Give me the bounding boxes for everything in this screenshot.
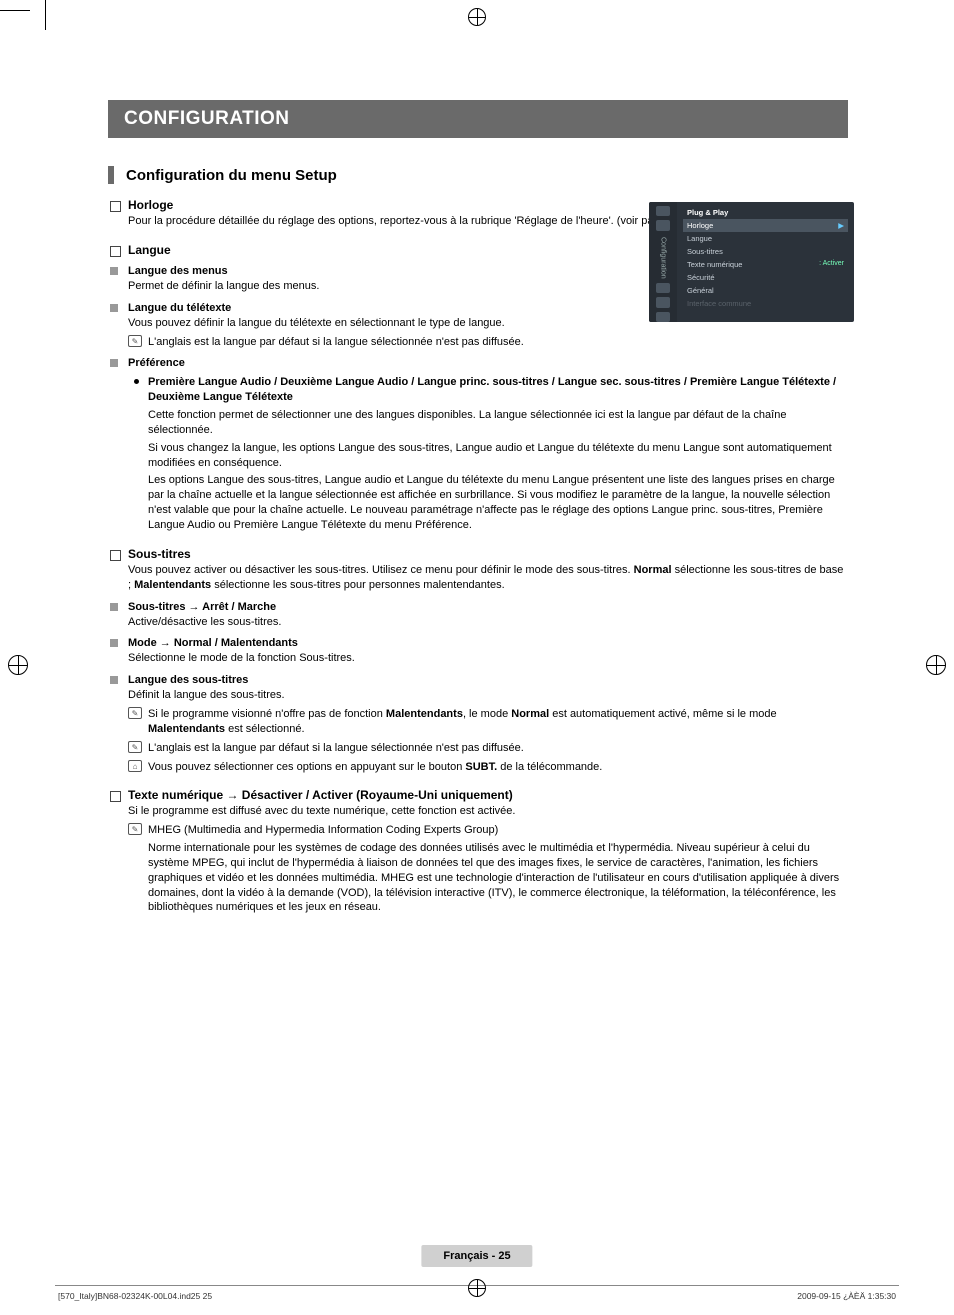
- item-body: Permet de définir la langue des menus.: [128, 279, 848, 294]
- text: est sélectionné.: [225, 723, 305, 735]
- text-bold: Normal: [511, 708, 549, 720]
- page-footer-center: Français - 25: [421, 1245, 532, 1267]
- registration-mark-icon: [926, 655, 946, 675]
- section-title: Configuration du menu Setup: [126, 167, 337, 184]
- osd-item-selected: Horloge ▶: [683, 219, 848, 232]
- body: Configuration Plug & Play Horloge ▶ Lang…: [108, 198, 848, 915]
- subsection-soustitres: Sous-titres Vous pouvez activer ou désac…: [108, 547, 848, 593]
- note-icon: ✎: [128, 335, 142, 347]
- item-langue-menus: Langue des menus Permet de définir la la…: [128, 265, 848, 294]
- subsection-heading: Texte numérique → Désactiver / Activer (…: [128, 788, 848, 802]
- item-heading: Préférence: [128, 357, 848, 369]
- subsection-texte-numerique: Texte numérique → Désactiver / Activer (…: [108, 788, 848, 915]
- item-soustitres-langue: Langue des sous-titres Définit la langue…: [128, 674, 848, 774]
- text: Vous pouvez sélectionner ces options en …: [148, 761, 465, 773]
- item-heading: Langue des menus: [128, 265, 848, 277]
- text-bold: Malentendants: [148, 723, 225, 735]
- note-heading: MHEG (Multimedia and Hypermedia Informat…: [148, 824, 498, 836]
- note: ✎ Si le programme visionné n'offre pas d…: [128, 707, 848, 737]
- text: de la télécommande.: [497, 761, 602, 773]
- note-icon: ✎: [128, 741, 142, 753]
- paragraph: Les options Langue des sous-titres, Lang…: [148, 473, 848, 532]
- subsection-heading: Langue: [128, 243, 848, 257]
- subsection-heading: Sous-titres: [128, 547, 848, 561]
- note: ✎ MHEG (Multimedia and Hypermedia Inform…: [128, 823, 848, 915]
- registration-mark-icon: [468, 8, 486, 26]
- heading-bar-icon: [108, 166, 114, 184]
- item-heading: Langue des sous-titres: [128, 674, 848, 686]
- note: ⌂ Vous pouvez sélectionner ces options e…: [128, 760, 848, 775]
- item-soustitres-onoff: Sous-titres → Arrêt / Marche Active/désa…: [128, 601, 848, 630]
- osd-item-label: Horloge: [687, 221, 713, 230]
- item-heading: Mode → Normal / Malentendants: [128, 637, 848, 649]
- page-footer-left: [570_Italy]BN68-02324K-00L04.ind25 25: [58, 1291, 212, 1301]
- text: est automatiquement activé, même si le m…: [549, 708, 776, 720]
- item-body: Active/désactive les sous-titres.: [128, 615, 848, 630]
- note-block: ✎ MHEG (Multimedia and Hypermedia Inform…: [128, 823, 848, 915]
- subsection-body: Vous pouvez activer ou désactiver les so…: [128, 563, 848, 593]
- note-text: Si le programme visionné n'offre pas de …: [148, 708, 777, 735]
- osd-icon: [656, 220, 670, 230]
- text-bold: Malentendants: [134, 579, 211, 591]
- page-sheet: CONFIGURATION Configuration du menu Setu…: [0, 0, 954, 1315]
- text: sélectionne les sous-titres pour personn…: [211, 579, 505, 591]
- subsection-langue: Langue: [108, 243, 848, 257]
- remote-icon: ⌂: [128, 760, 142, 772]
- text-bold: Malentendants: [386, 708, 463, 720]
- page-content: CONFIGURATION Configuration du menu Setu…: [108, 100, 848, 915]
- section-heading: Configuration du menu Setup: [108, 166, 848, 184]
- text: Si le programme visionné n'offre pas de …: [148, 708, 386, 720]
- note: ✎ L'anglais est la langue par défaut si …: [128, 335, 848, 350]
- bullet-heading: Première Langue Audio / Deuxième Langue …: [148, 375, 848, 405]
- paragraph: Cette fonction permet de sélectionner un…: [148, 408, 848, 438]
- item-body: Sélectionne le mode de la fonction Sous-…: [128, 651, 848, 666]
- crop-mark: [45, 0, 46, 30]
- item-langue-teletexte: Langue du télétexte Vous pouvez définir …: [128, 302, 848, 350]
- note-text: Vous pouvez sélectionner ces options en …: [148, 761, 602, 773]
- registration-mark-icon: [8, 655, 28, 675]
- subsection-body: Si le programme est diffusé avec du text…: [128, 804, 848, 819]
- registration-mark-icon: [468, 1279, 486, 1297]
- bullet-preference: Première Langue Audio / Deuxième Langue …: [148, 375, 848, 532]
- item-soustitres-mode: Mode → Normal / Malentendants Sélectionn…: [128, 637, 848, 666]
- note-body: Norme internationale pour les systèmes d…: [148, 841, 848, 915]
- note-icon: ✎: [128, 707, 142, 719]
- item-heading: Sous-titres → Arrêt / Marche: [128, 601, 848, 613]
- text: , le mode: [463, 708, 511, 720]
- note-icon: ✎: [128, 823, 142, 835]
- text-bold: SUBT.: [465, 761, 497, 773]
- item-body: Vous pouvez définir la langue du télétex…: [128, 316, 848, 331]
- chevron-right-icon: ▶: [838, 221, 844, 230]
- paragraph: Si vous changez la langue, les options L…: [148, 441, 848, 471]
- item-body: Définit la langue des sous-titres.: [128, 688, 848, 703]
- item-preference: Préférence: [128, 357, 848, 369]
- crop-mark: [0, 10, 30, 11]
- subsection-heading: Horloge: [128, 198, 848, 212]
- item-heading: Langue du télétexte: [128, 302, 848, 314]
- text-bold: Normal: [634, 564, 672, 576]
- chapter-title: CONFIGURATION: [108, 100, 848, 138]
- note-text: L'anglais est la langue par défaut si la…: [148, 336, 524, 348]
- page-footer-right: 2009-09-15 ¿ÀÈÄ 1:35:30: [797, 1291, 896, 1301]
- text: Vous pouvez activer ou désactiver les so…: [128, 564, 634, 576]
- note: ✎ L'anglais est la langue par défaut si …: [128, 741, 848, 756]
- note-text: L'anglais est la langue par défaut si la…: [148, 742, 524, 754]
